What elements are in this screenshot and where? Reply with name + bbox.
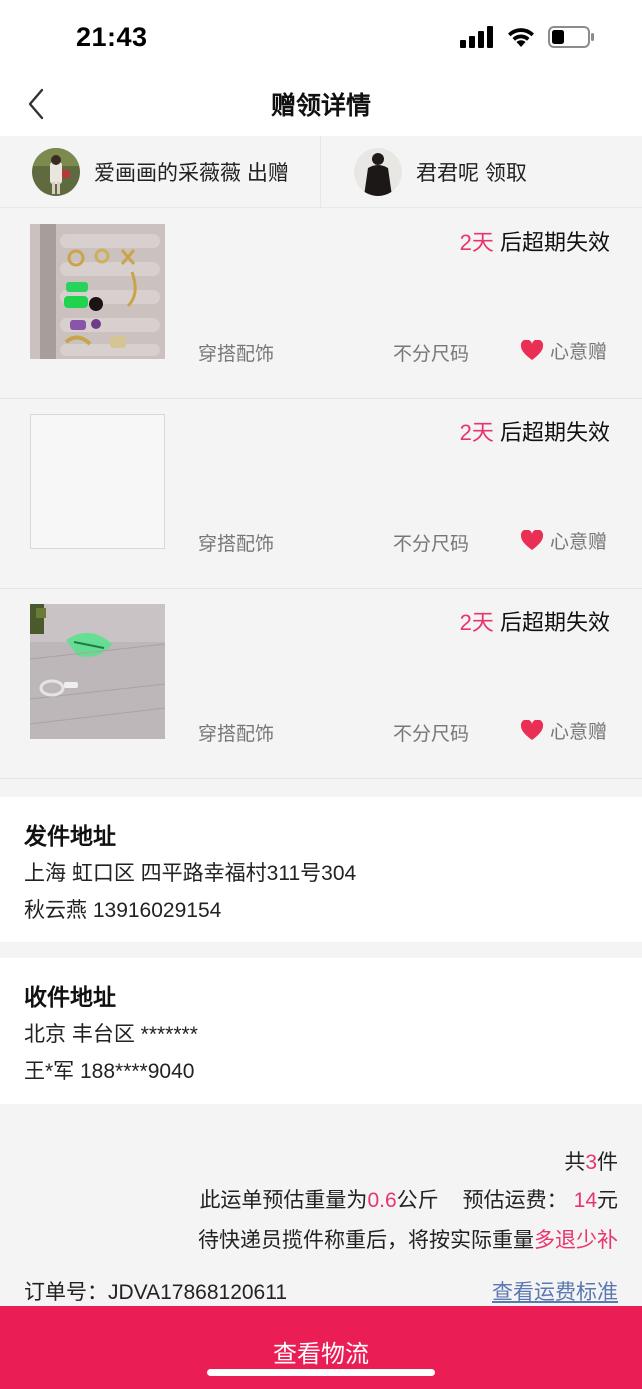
item-expire: 2天 后超期失效 — [460, 605, 610, 637]
receiver-text: 君君呢 领取 — [416, 162, 527, 185]
item-size: 不分尺码 — [393, 724, 470, 745]
status-time: 21:43 — [76, 22, 148, 52]
sender-address-title: 发件地址 — [24, 823, 116, 849]
battery-icon — [548, 26, 594, 48]
item-expire-suffix: 后超期失效 — [493, 420, 610, 445]
heart-icon — [520, 340, 544, 360]
home-indicator — [207, 1369, 435, 1376]
sender-address-card: 发件地址 上海 虹口区 四平路幸福村311号304 秋云燕 1391602915… — [0, 797, 642, 942]
item-expire: 2天 后超期失效 — [460, 415, 610, 447]
shipping-summary: 共3件 此运单预估重量为0.6公斤 预估运费： 14元 待快递员揽件称重后，将按实际… — [0, 1104, 642, 1306]
item-expire-days: 2天 — [459, 420, 494, 445]
weighing-note: 待快递员揽件称重后，将按实际重量多退少补 — [198, 1224, 618, 1254]
note-prefix: 待快递员揽件称重后，将按实际重量 — [198, 1229, 534, 1252]
user-divider — [320, 136, 321, 208]
weight-fee-line: 此运单预估重量为0.6公斤 预估运费： 14元 — [199, 1184, 618, 1214]
list-item[interactable]: 2天 后超期失效 穿搭配饰 不分尺码 心意赠 — [0, 209, 642, 399]
sender-contact: 秋云燕 13916029154 — [24, 899, 222, 922]
sender-address-line: 上海 虹口区 四平路幸福村311号304 — [24, 862, 357, 885]
status-bar: 21:43 — [0, 0, 642, 76]
fee-unit: 元 — [597, 1189, 618, 1212]
item-gift-label: 心意赠 — [550, 722, 608, 743]
item-category: 穿搭配饰 — [198, 344, 275, 365]
signal-icon — [460, 26, 493, 48]
weight-unit: 公斤 — [396, 1189, 439, 1212]
item-image — [30, 414, 165, 549]
order-number: 订单号：JDVA17868120611 — [24, 1276, 287, 1306]
giver-cell[interactable]: 爱画画的采薇薇 出赠 — [32, 136, 289, 208]
item-gift-type: 心意赠 — [520, 527, 607, 554]
heart-icon — [520, 530, 544, 550]
nav-bar: 赠领详情 — [0, 76, 642, 136]
item-gift-label: 心意赠 — [550, 532, 608, 553]
item-expire-suffix: 后超期失效 — [493, 610, 610, 635]
giver-avatar — [32, 148, 80, 196]
list-item[interactable]: 2天 后超期失效 穿搭配饰 不分尺码 心意赠 — [0, 399, 642, 589]
item-image — [30, 224, 165, 359]
note-highlight: 多退少补 — [534, 1229, 618, 1252]
list-item[interactable]: 2天 后超期失效 穿搭配饰 不分尺码 心意赠 — [0, 589, 642, 779]
item-gift-type: 心意赠 — [520, 717, 607, 744]
receiver-address-line: 北京 丰台区 ******* — [24, 1023, 198, 1046]
receiver-address-card: 收件地址 北京 丰台区 ******* 王*军 188****9040 — [0, 958, 642, 1104]
item-gift-label: 心意赠 — [550, 342, 608, 363]
item-expire-days: 2天 — [459, 610, 494, 635]
item-size: 不分尺码 — [393, 344, 470, 365]
item-gift-type: 心意赠 — [520, 337, 607, 364]
order-number-value: JDVA17868120611 — [108, 1281, 288, 1304]
item-expire: 2天 后超期失效 — [460, 225, 610, 257]
item-category: 穿搭配饰 — [198, 724, 275, 745]
item-category: 穿搭配饰 — [198, 534, 275, 555]
item-image — [30, 604, 165, 739]
wifi-icon — [508, 28, 534, 47]
item-count-suffix: 件 — [597, 1151, 618, 1174]
weight-prefix: 此运单预估重量为 — [199, 1189, 368, 1212]
item-count-value: 3 — [585, 1151, 597, 1174]
item-expire-days: 2天 — [459, 230, 494, 255]
heart-icon — [520, 720, 544, 740]
item-size: 不分尺码 — [393, 534, 470, 555]
receiver-cell[interactable]: 君君呢 领取 — [354, 136, 527, 208]
item-expire-suffix: 后超期失效 — [493, 230, 610, 255]
fee-value: 14 — [573, 1189, 597, 1212]
item-count-prefix: 共 — [564, 1151, 586, 1174]
order-label: 订单号： — [24, 1281, 108, 1304]
view-logistics-button[interactable]: 查看物流 — [0, 1306, 642, 1389]
user-row: 爱画画的采薇薇 出赠 君君呢 领取 — [0, 136, 642, 208]
receiver-contact: 王*军 188****9040 — [24, 1060, 195, 1083]
item-count: 共3件 — [564, 1146, 618, 1176]
status-icons — [460, 26, 594, 48]
receiver-avatar — [354, 148, 402, 196]
page-title: 赠领详情 — [270, 92, 371, 120]
weight-value: 0.6 — [367, 1189, 397, 1212]
fee-label: 预估运费： — [462, 1189, 568, 1212]
giver-text: 爱画画的采薇薇 出赠 — [94, 162, 289, 185]
fee-standard-link[interactable]: 查看运费标准 — [492, 1276, 618, 1306]
receiver-address-title: 收件地址 — [24, 984, 116, 1010]
